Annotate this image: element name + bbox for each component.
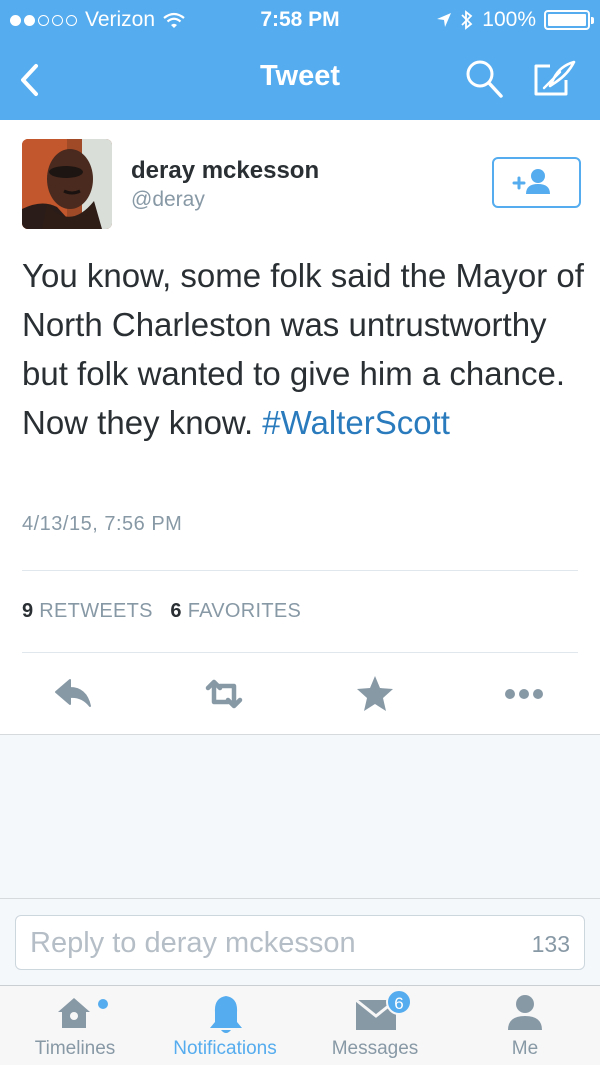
reply-bar: Reply to deray mckesson 133 [0, 898, 600, 985]
retweet-label: RETWEETS [39, 600, 153, 622]
follow-button[interactable] [492, 157, 581, 208]
tab-bar: Timelines Notifications 6 Messages Me [0, 985, 600, 1065]
tab-messages[interactable]: 6 Messages [300, 986, 450, 1065]
divider [22, 570, 578, 571]
favorite-stat[interactable]: 6 FAVORITES [170, 600, 301, 622]
location-arrow-icon [437, 13, 452, 27]
nav-bar: Verizon 7:58 PM 100% Tweet [0, 0, 600, 120]
tweet-text: You know, some folk said the Mayor of No… [22, 251, 587, 447]
search-icon[interactable] [464, 58, 504, 100]
tweet-timestamp: 4/13/15, 7:56 PM [22, 513, 183, 535]
compose-icon[interactable] [530, 58, 578, 100]
add-user-icon [512, 169, 550, 194]
battery-icon [544, 10, 594, 30]
reply-placeholder: Reply to deray mckesson [30, 927, 356, 959]
tab-label: Messages [331, 1038, 419, 1059]
retweet-icon[interactable] [202, 672, 246, 716]
home-icon [58, 998, 90, 1028]
author-handle[interactable]: @deray [131, 188, 205, 212]
hashtag-link[interactable]: #WalterScott [262, 404, 450, 441]
battery-percent: 100% [482, 8, 536, 31]
person-icon [508, 995, 542, 1030]
bluetooth-icon [461, 10, 473, 30]
status-bar: Verizon 7:58 PM 100% [0, 0, 600, 40]
reply-icon[interactable] [52, 672, 96, 716]
messages-badge: 6 [386, 989, 412, 1015]
tab-label: Timelines [34, 1038, 116, 1059]
char-counter: 133 [531, 931, 570, 957]
tab-label: Notifications [173, 1038, 277, 1059]
avatar[interactable] [22, 139, 112, 229]
new-indicator-dot [98, 999, 108, 1009]
tab-notifications[interactable]: Notifications [150, 986, 300, 1065]
tweet-card: deray mckesson @deray You know, some fol… [0, 120, 600, 735]
bell-icon [210, 996, 242, 1033]
tab-me[interactable]: Me [450, 986, 600, 1065]
tab-label: Me [511, 1038, 539, 1059]
retweet-stat[interactable]: 9 RETWEETS [22, 600, 153, 622]
retweet-count: 9 [22, 600, 34, 622]
page-title: Tweet [259, 60, 341, 92]
favorite-star-icon[interactable] [353, 672, 397, 716]
tab-timelines[interactable]: Timelines [0, 986, 150, 1065]
favorite-label: FAVORITES [187, 600, 302, 622]
favorite-count: 6 [170, 600, 182, 622]
tweet-stats: 9 RETWEETS 6 FAVORITES [22, 600, 301, 623]
reply-input[interactable]: Reply to deray mckesson 133 [15, 915, 585, 970]
divider [22, 652, 578, 653]
author-name[interactable]: deray mckesson [131, 157, 319, 185]
more-icon[interactable] [502, 672, 546, 716]
